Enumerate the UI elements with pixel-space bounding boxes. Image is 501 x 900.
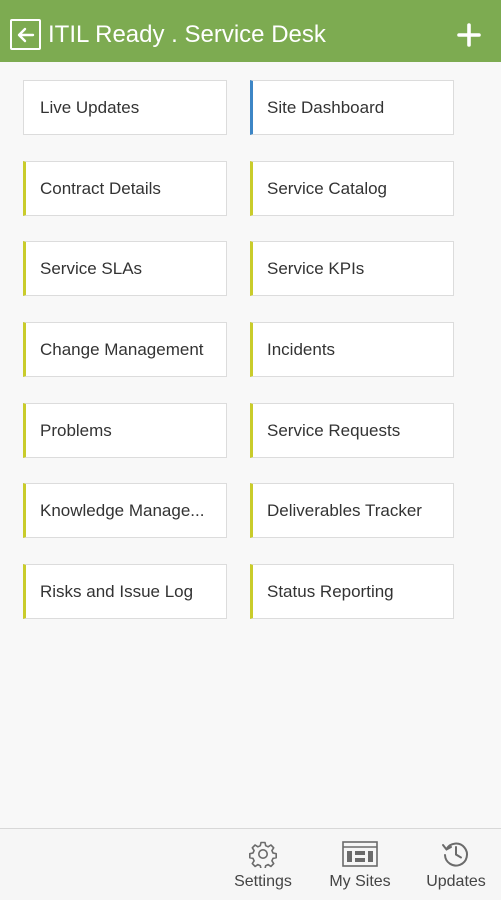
tile-service-requests[interactable]: Service Requests bbox=[250, 403, 454, 458]
back-arrow-icon bbox=[17, 27, 34, 42]
tile-label: Problems bbox=[40, 420, 112, 440]
nav-label: My Sites bbox=[329, 873, 391, 890]
tile-knowledge-management[interactable]: Knowledge Manage... bbox=[23, 483, 227, 538]
tile-problems[interactable]: Problems bbox=[23, 403, 227, 458]
nav-settings[interactable]: Settings bbox=[224, 829, 302, 900]
nav-updates[interactable]: Updates bbox=[418, 829, 494, 900]
tile-label: Site Dashboard bbox=[267, 97, 385, 117]
back-button[interactable] bbox=[10, 19, 41, 50]
tile-live-updates[interactable]: Live Updates bbox=[23, 80, 227, 135]
tile-service-slas[interactable]: Service SLAs bbox=[23, 241, 227, 296]
page-title: ITIL Ready . Service Desk bbox=[48, 21, 326, 48]
tile-status-reporting[interactable]: Status Reporting bbox=[250, 564, 454, 619]
plus-icon bbox=[457, 23, 481, 47]
history-icon bbox=[441, 839, 471, 869]
tile-label: Status Reporting bbox=[267, 581, 394, 601]
tile-site-dashboard[interactable]: Site Dashboard bbox=[250, 80, 454, 135]
tile-label: Service SLAs bbox=[40, 258, 143, 278]
tile-label: Service Catalog bbox=[267, 178, 388, 198]
nav-label: Settings bbox=[234, 873, 292, 890]
add-button[interactable] bbox=[456, 22, 482, 48]
tile-label: Live Updates bbox=[40, 97, 140, 117]
tile-label: Incidents bbox=[267, 339, 336, 359]
tile-label: Contract Details bbox=[40, 178, 161, 198]
nav-my-sites[interactable]: My Sites bbox=[320, 829, 400, 900]
tile-service-catalog[interactable]: Service Catalog bbox=[250, 161, 454, 216]
tile-label: Knowledge Manage... bbox=[40, 500, 205, 520]
app-header: ITIL Ready . Service Desk bbox=[0, 0, 501, 62]
sites-icon bbox=[342, 839, 378, 869]
tile-incidents[interactable]: Incidents bbox=[250, 322, 454, 377]
tile-deliverables-tracker[interactable]: Deliverables Tracker bbox=[250, 483, 454, 538]
tile-label: Deliverables Tracker bbox=[267, 500, 422, 520]
bottom-nav-bar: Settings My Sites Updates bbox=[0, 828, 501, 900]
tile-label: Change Management bbox=[40, 339, 204, 359]
tile-label: Risks and Issue Log bbox=[40, 581, 194, 601]
tile-service-kpis[interactable]: Service KPIs bbox=[250, 241, 454, 296]
tile-change-management[interactable]: Change Management bbox=[23, 322, 227, 377]
tile-risks-and-issue-log[interactable]: Risks and Issue Log bbox=[23, 564, 227, 619]
tile-label: Service KPIs bbox=[267, 258, 365, 278]
tile-label: Service Requests bbox=[267, 420, 401, 440]
gear-icon bbox=[249, 839, 277, 869]
tile-contract-details[interactable]: Contract Details bbox=[23, 161, 227, 216]
nav-label: Updates bbox=[426, 873, 486, 890]
